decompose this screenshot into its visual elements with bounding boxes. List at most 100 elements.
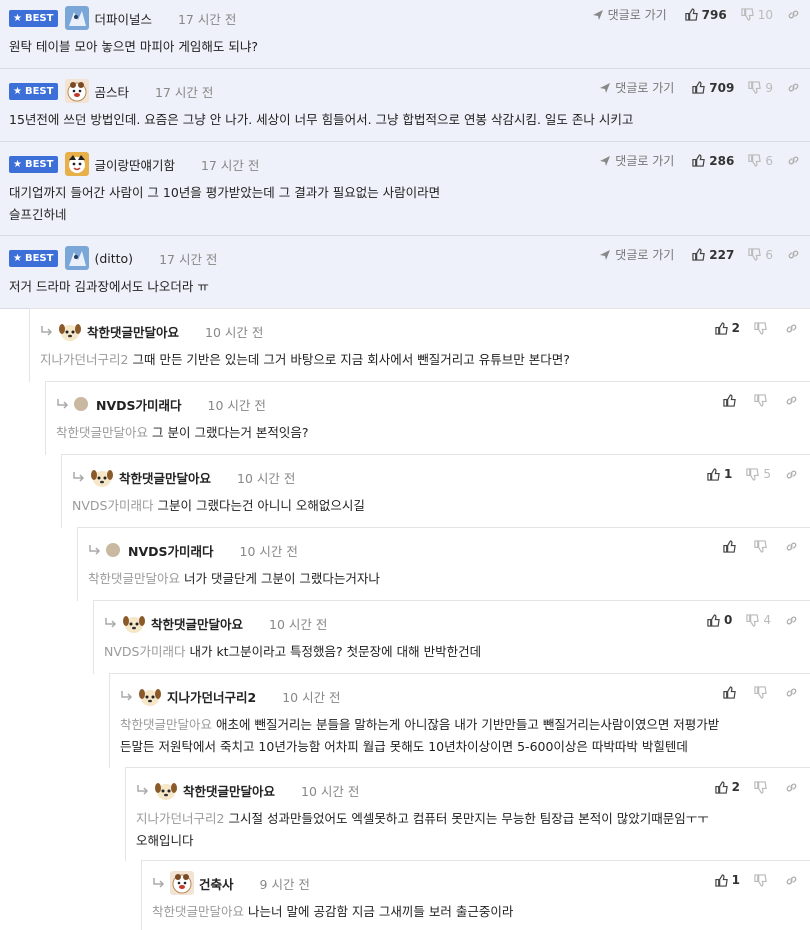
author-nick[interactable]: NVDS가미래다 — [96, 395, 182, 414]
best-badge: ★ BEST — [9, 82, 59, 100]
downvote-button[interactable]: 9 — [748, 81, 773, 95]
reply-label: 댓글로 가기 — [615, 248, 675, 262]
downvote-button[interactable] — [754, 780, 771, 794]
mention-tag[interactable]: 착한댓글만달아요 — [56, 425, 148, 440]
downvote-button[interactable] — [754, 540, 771, 553]
avatar[interactable] — [106, 543, 120, 557]
upvote-button[interactable]: 286 — [692, 154, 734, 168]
best-badge: ★ BEST — [9, 155, 59, 173]
reply-link[interactable]: 댓글로 가기 — [599, 152, 674, 169]
reply-link[interactable]: 댓글로 가기 — [592, 6, 667, 23]
share-link-button[interactable] — [787, 154, 800, 167]
avatar[interactable] — [90, 465, 114, 489]
thumbs-up-icon — [714, 780, 728, 794]
reply-arrow-icon — [104, 617, 118, 629]
author-nick[interactable]: (ditto) — [94, 251, 133, 266]
thumbs-up-icon — [692, 248, 706, 261]
comment-line: 나는너 말에 공감함 지금 그새끼들 보러 출근중이라 — [248, 904, 514, 919]
downvote-count: 5 — [763, 467, 771, 481]
author-nick[interactable]: 착한댓글만달아요 — [119, 468, 211, 487]
share-link-button[interactable] — [785, 781, 798, 794]
send-icon — [600, 82, 611, 93]
mention-tag[interactable]: NVDS가미래다 — [72, 498, 153, 513]
mention-tag[interactable]: 착한댓글만달아요 — [88, 571, 180, 586]
avatar[interactable] — [65, 79, 90, 103]
author-nick[interactable]: 곰스타 — [94, 82, 129, 101]
avatar[interactable] — [74, 397, 88, 411]
comment-line: 대기업까지 들어간 사람이 그 10년을 평가받았는데 그 결과가 필요없는 사… — [9, 185, 441, 200]
avatar[interactable] — [65, 6, 90, 30]
comment-header: 착한댓글만달아요 10 시간 전 — [72, 465, 295, 489]
avatar[interactable] — [154, 778, 178, 802]
upvote-count: 2 — [731, 321, 740, 335]
comment-time: 10 시간 전 — [269, 616, 328, 632]
upvote-button[interactable]: 1 — [714, 873, 740, 887]
share-link-button[interactable] — [785, 686, 798, 699]
upvote-button[interactable] — [723, 394, 740, 407]
downvote-count: 6 — [765, 153, 773, 168]
downvote-button[interactable] — [754, 686, 771, 699]
author-nick[interactable]: 글이랑딴얘기함 — [94, 155, 175, 174]
share-link-button[interactable] — [785, 874, 798, 887]
downvote-button[interactable] — [754, 873, 771, 887]
downvote-button[interactable]: 6 — [748, 248, 773, 262]
share-link-button[interactable] — [785, 322, 798, 335]
upvote-button[interactable] — [723, 686, 740, 699]
mention-tag[interactable]: 지나가던너구리2 — [40, 352, 128, 367]
avatar[interactable] — [170, 871, 194, 895]
reply-link[interactable]: 댓글로 가기 — [599, 246, 674, 263]
reply-link[interactable]: 댓글로 가기 — [599, 79, 674, 96]
avatar[interactable] — [138, 684, 162, 708]
author-nick[interactable]: 착한댓글만달아요 — [183, 781, 275, 800]
thumbs-up-icon — [692, 154, 706, 167]
comment-line: 애초에 뺀질거리는 분들을 말하는게 아니잖음 내가 기반만들고 뺀질거리는사람… — [216, 717, 720, 732]
share-link-button[interactable] — [785, 394, 798, 407]
mention-tag[interactable]: 지나가던너구리2 — [136, 811, 224, 826]
star-icon: ★ — [13, 12, 22, 24]
avatar[interactable] — [122, 611, 146, 635]
share-link-button[interactable] — [785, 540, 798, 553]
downvote-button[interactable] — [754, 394, 771, 407]
upvote-button[interactable]: 0 — [707, 613, 732, 627]
author-nick[interactable]: 지나가던너구리2 — [167, 687, 256, 706]
author-nick[interactable]: NVDS가미래다 — [128, 541, 214, 560]
downvote-button[interactable] — [754, 321, 771, 335]
downvote-button[interactable]: 6 — [748, 154, 773, 168]
link-icon — [786, 542, 797, 551]
comment-line: 너가 댓글단게 그분이 그랬다는거자나 — [184, 571, 380, 586]
upvote-button[interactable]: 709 — [692, 81, 734, 95]
share-link-button[interactable] — [787, 248, 800, 261]
link-icon — [786, 783, 797, 791]
upvote-button[interactable]: 796 — [684, 7, 727, 22]
comment-header: 착한댓글만달아요 10 시간 전 — [40, 319, 263, 343]
upvote-button[interactable]: 2 — [714, 321, 740, 335]
share-link-button[interactable] — [787, 8, 800, 21]
comment-header: 건축사 9 시간 전 — [152, 871, 310, 895]
share-link-button[interactable] — [785, 468, 798, 481]
author-nick[interactable]: 더파이널스 — [94, 9, 152, 28]
downvote-button[interactable]: 10 — [741, 8, 773, 22]
mention-tag[interactable]: NVDS가미래다 — [104, 644, 185, 659]
mention-tag[interactable]: 착한댓글만달아요 — [120, 717, 212, 732]
reply-comment: 착한댓글만달아요 10 시간 전 0 4 NVDS가미래다 내가 kt그분이라고 … — [93, 600, 810, 674]
author-nick[interactable]: 착한댓글만달아요 — [87, 322, 179, 341]
share-link-button[interactable] — [785, 614, 798, 627]
avatar[interactable] — [65, 246, 90, 270]
downvote-button[interactable]: 4 — [746, 613, 771, 627]
upvote-count: 796 — [701, 7, 727, 22]
mention-tag[interactable]: 착한댓글만달아요 — [152, 904, 244, 919]
upvote-button[interactable]: 227 — [692, 248, 734, 262]
upvote-button[interactable]: 1 — [707, 467, 732, 481]
upvote-button[interactable]: 2 — [714, 780, 740, 794]
share-link-button[interactable] — [787, 81, 800, 94]
comment-text: 원탁 테이블 모아 놓으면 마피아 게임해도 되냐? — [9, 39, 258, 54]
upvote-count: 1 — [724, 467, 733, 481]
comment-time: 10 시간 전 — [239, 543, 298, 559]
author-nick[interactable]: 건축사 — [199, 874, 234, 893]
comment-line: 슬프긴하네 — [9, 207, 67, 222]
downvote-button[interactable]: 5 — [746, 467, 771, 481]
upvote-button[interactable] — [723, 540, 740, 553]
avatar[interactable] — [65, 152, 90, 176]
avatar[interactable] — [58, 319, 82, 343]
author-nick[interactable]: 착한댓글만달아요 — [151, 614, 243, 633]
